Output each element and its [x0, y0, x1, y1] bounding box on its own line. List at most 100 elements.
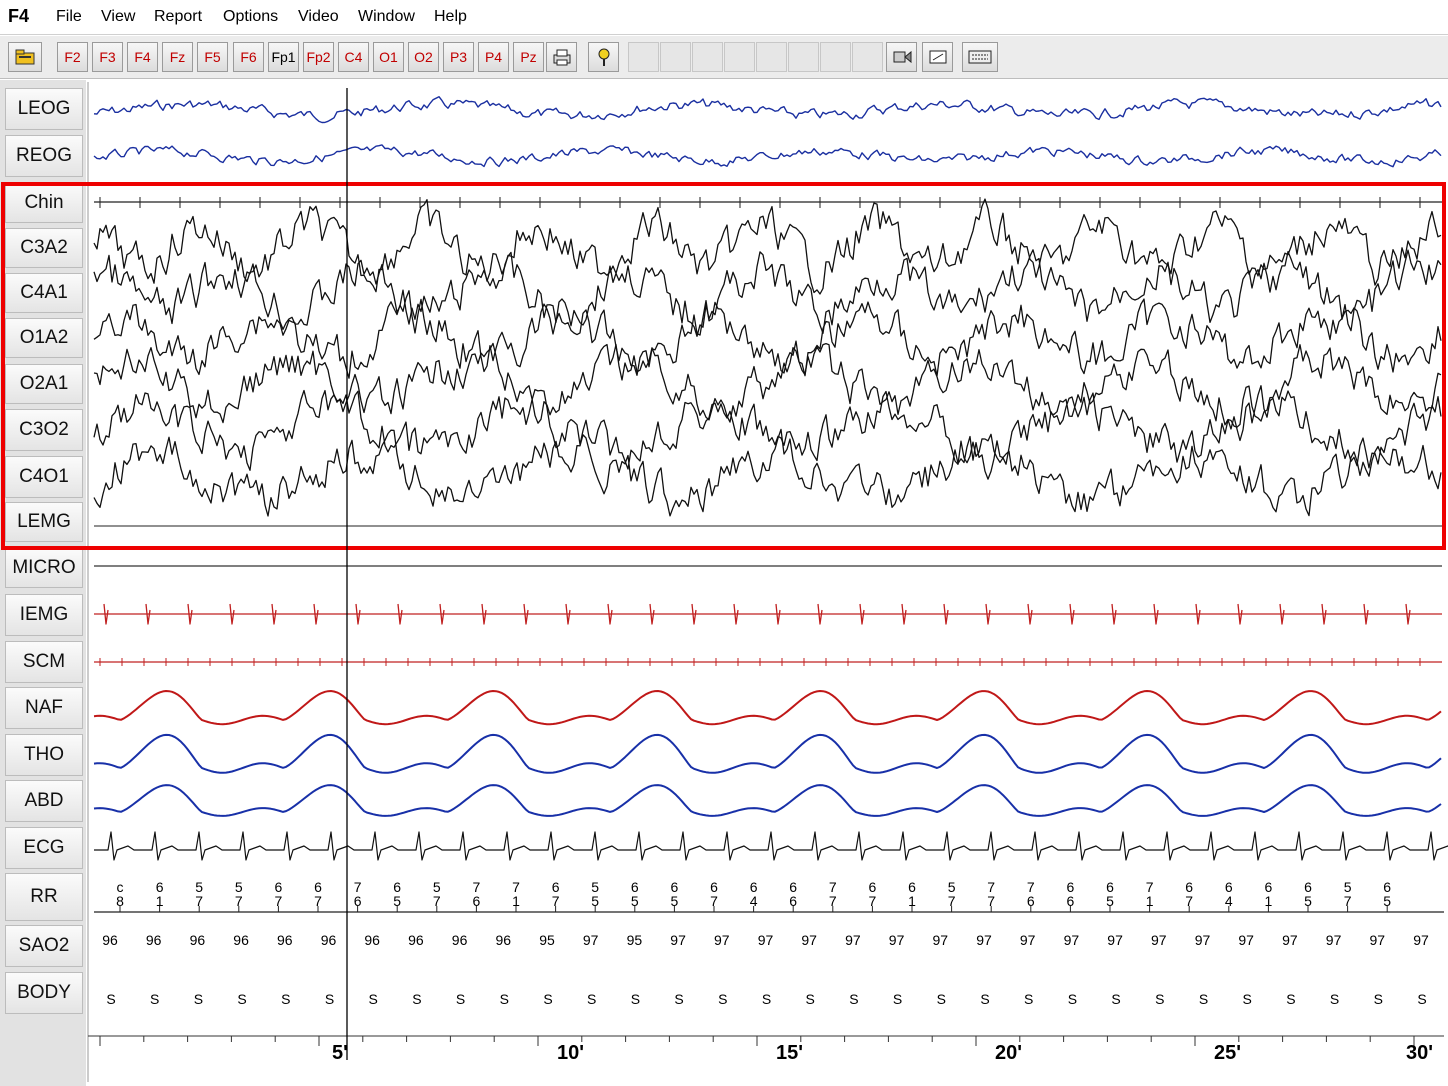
trace-reog — [93, 144, 1442, 168]
trace-abd — [93, 784, 1442, 817]
body-position-value: S — [1067, 991, 1078, 1007]
sao2-value: 96 — [102, 932, 118, 948]
body-position-value: S — [324, 991, 335, 1007]
waveform-traces — [93, 96, 1448, 861]
sao2-value: 96 — [320, 932, 337, 948]
sao2-value: 97 — [1151, 932, 1167, 948]
sao2-value: 96 — [145, 932, 162, 948]
sao2-value: 97 — [757, 932, 774, 948]
body-position-value: S — [1198, 991, 1209, 1007]
rr-value: c8 — [116, 879, 124, 909]
rr-value: 76 — [353, 879, 362, 909]
body-position-value: S — [1242, 991, 1252, 1007]
signal-plot — [1, 82, 1448, 1082]
rr-value: 57 — [947, 879, 956, 909]
rr-value: 61 — [908, 879, 916, 909]
sao2-value: 96 — [451, 932, 468, 948]
sao2-value: 97 — [1413, 932, 1429, 948]
rr-value: 65 — [1106, 879, 1114, 909]
rr-value: 77 — [987, 879, 996, 909]
rr-value: 77 — [828, 879, 837, 909]
sao2-value: 97 — [976, 932, 992, 948]
body-position-value: S — [718, 991, 728, 1007]
sao2-value: 97 — [1282, 932, 1298, 948]
sao2-value: 95 — [539, 932, 555, 948]
body-position-value: S — [106, 991, 116, 1007]
body-position-value: S — [1329, 991, 1340, 1007]
rr-value: 71 — [1145, 879, 1154, 909]
sao2-value: 96 — [495, 932, 512, 948]
sao2-value: 97 — [1063, 932, 1080, 948]
rr-value: 65 — [630, 879, 639, 909]
rr-value: 67 — [868, 879, 877, 909]
rr-value: 67 — [314, 879, 322, 909]
trace-leog — [93, 96, 1442, 124]
trace-eeg-c3o2 — [93, 385, 1442, 471]
body-position-value: S — [892, 991, 903, 1007]
time-axis-label: 5' — [332, 1042, 348, 1064]
body-position-value: S — [281, 991, 291, 1007]
rr-value: 76 — [472, 879, 481, 909]
sao2-value: 97 — [932, 932, 949, 948]
body-position-value: S — [368, 991, 378, 1007]
trace-eeg-c3a2 — [93, 198, 1442, 295]
sao2-value: 97 — [670, 932, 686, 948]
sao2-value: 96 — [408, 932, 424, 948]
body-position-value: S — [980, 991, 990, 1007]
rr-value: 57 — [234, 879, 243, 909]
rr-value: 64 — [1224, 879, 1233, 909]
body-position-value: S — [936, 991, 946, 1007]
body-position-value: S — [674, 991, 684, 1007]
rr-value: 67 — [710, 879, 718, 909]
body-position-value: S — [1286, 991, 1296, 1007]
body-position-value: S — [237, 991, 247, 1007]
time-axis-label: 25' — [1214, 1042, 1242, 1064]
body-position-value: S — [1111, 991, 1121, 1007]
sao2-value: 96 — [233, 932, 249, 948]
sao2-value: 97 — [1325, 932, 1342, 948]
rr-value: 65 — [393, 879, 402, 909]
rr-value: 61 — [155, 879, 164, 909]
body-position-value: S — [499, 991, 509, 1007]
time-axis-label: 15' — [776, 1042, 804, 1064]
sao2-value: 97 — [714, 932, 730, 948]
sao2-value: 97 — [888, 932, 905, 948]
rr-value: 61 — [1264, 879, 1273, 909]
body-position-value: S — [587, 991, 597, 1007]
sao2-value: 97 — [801, 932, 817, 948]
time-axis-label: 30' — [1406, 1042, 1434, 1064]
trace-ecg — [94, 831, 1448, 861]
body-position-value: S — [1155, 991, 1165, 1007]
sao2-value: 96 — [189, 932, 206, 948]
trace-eeg-c4o1 — [93, 428, 1442, 517]
rr-value: 76 — [1026, 879, 1035, 909]
rr-value: 57 — [1343, 879, 1352, 909]
body-position-value: S — [1024, 991, 1034, 1007]
body-position-value: S — [193, 991, 204, 1007]
body-position-value: S — [543, 991, 553, 1007]
body-position-value: S — [805, 991, 815, 1007]
sao2-value: 97 — [1369, 932, 1386, 948]
rr-value: 65 — [1383, 879, 1392, 909]
body-position-value: S — [455, 991, 466, 1007]
rr-value: 66 — [789, 879, 798, 909]
sao2-value: 97 — [845, 932, 861, 948]
rr-value: 64 — [749, 879, 758, 909]
rr-value: 65 — [670, 879, 679, 909]
body-position-value: S — [630, 991, 641, 1007]
body-position-value: S — [150, 991, 160, 1007]
sao2-value: 97 — [582, 932, 599, 948]
trace-eeg-c4a1 — [93, 249, 1442, 337]
rr-value: 66 — [1066, 879, 1075, 909]
trace-eeg-o2a1 — [93, 342, 1442, 428]
rr-value: 67 — [274, 879, 283, 909]
sao2-value: 97 — [1194, 932, 1211, 948]
trace-tho — [93, 733, 1442, 774]
sao2-value: 96 — [364, 932, 380, 948]
sao2-value: 96 — [277, 932, 293, 948]
rr-value: 71 — [512, 879, 520, 909]
rr-value: 67 — [1185, 879, 1194, 909]
body-position-value: S — [1373, 991, 1383, 1007]
body-position-value: S — [412, 991, 422, 1007]
rr-value: 67 — [551, 879, 560, 909]
